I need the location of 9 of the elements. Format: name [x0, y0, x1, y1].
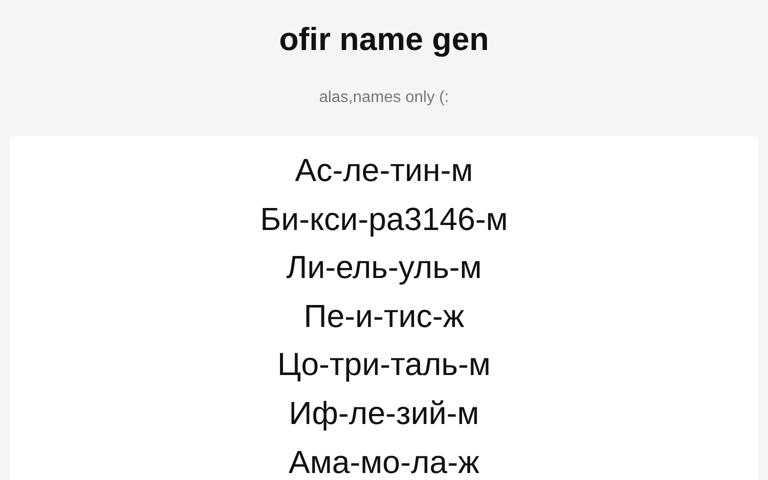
generated-name: Цо-три-таль-м [277, 345, 491, 384]
generated-name: Ама-мо-ла-ж [288, 442, 480, 480]
generated-name: Ли-ель-уль-м [286, 248, 482, 288]
generated-name: Ас-ле-тин-м [295, 151, 473, 190]
generated-name: Пе-и-тис-ж [304, 296, 464, 336]
app-subtitle: alas,names only (: [319, 88, 449, 108]
generated-name: Би-кси-ра3146-м [260, 200, 508, 239]
app-title: ofir name gen [279, 20, 489, 58]
generated-name: Иф-ле-зий-м [288, 394, 480, 433]
